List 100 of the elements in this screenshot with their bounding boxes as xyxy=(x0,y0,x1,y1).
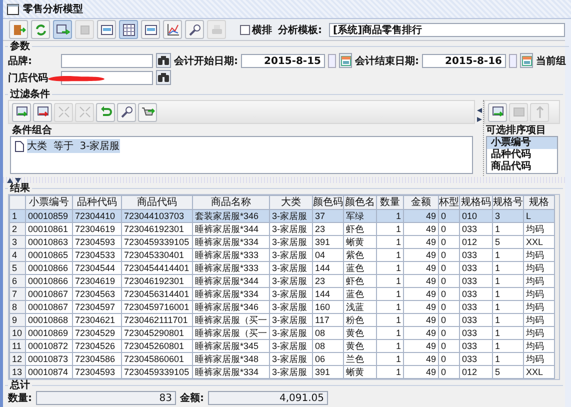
run-button[interactable] xyxy=(53,20,72,39)
table-cell: 7230459339105 xyxy=(122,366,192,378)
panel-button[interactable] xyxy=(141,20,160,39)
table-cell: 军绿 xyxy=(344,210,376,222)
layout-checkbox[interactable]: 横排 xyxy=(237,22,275,36)
column-header[interactable]: 商品代码 xyxy=(122,196,192,210)
row-number: 6 xyxy=(10,274,26,288)
table-cell: 033 xyxy=(460,352,492,366)
table-cell: 72304533 xyxy=(72,248,122,262)
table-cell: 49 xyxy=(404,222,438,236)
start-date-label: 会计开始日期: xyxy=(174,54,238,68)
row-number: 2 xyxy=(10,222,26,236)
brand-field[interactable] xyxy=(61,54,153,68)
table-cell: 033 xyxy=(460,222,492,236)
table-cell: 49 xyxy=(404,262,438,274)
table-cell: 3-家居服 xyxy=(270,352,312,366)
column-header[interactable]: 颜色名 xyxy=(344,196,376,210)
store-code-label: 门店代码 xyxy=(8,71,49,84)
table-cell: 012 xyxy=(460,366,492,378)
column-header[interactable]: 颜色码 xyxy=(312,196,344,210)
calendar-button[interactable] xyxy=(339,53,352,68)
grid-button[interactable] xyxy=(119,20,138,39)
row-number: 10 xyxy=(10,326,26,340)
remove-button[interactable] xyxy=(33,102,52,122)
panel-button[interactable] xyxy=(97,20,116,39)
document-icon xyxy=(15,140,24,152)
row-number: 7 xyxy=(10,288,26,300)
table-cell: 72304593 xyxy=(72,236,122,248)
quantity-label: 数量: xyxy=(8,392,32,405)
table-cell: 033 xyxy=(460,288,492,300)
sort-item[interactable]: 商品代码 xyxy=(487,161,557,173)
start-date-field[interactable]: 2015-8-15 xyxy=(241,54,325,68)
add-button[interactable] xyxy=(12,102,31,122)
column-header[interactable]: 金额 xyxy=(404,196,438,210)
table-cell: 7230459716001 xyxy=(122,300,192,314)
table-cell: 黄色 xyxy=(344,340,376,352)
sort-item[interactable]: 品种代码 xyxy=(487,149,557,161)
table-cell: 033 xyxy=(460,274,492,288)
column-header[interactable]: 数量 xyxy=(376,196,404,210)
column-header[interactable]: 规格 xyxy=(524,196,554,210)
table-cell: 72304593 xyxy=(72,366,122,378)
splitter-arrows-icon xyxy=(476,108,482,122)
find-button[interactable] xyxy=(185,20,204,39)
column-header[interactable]: 大类 xyxy=(270,196,312,210)
column-header[interactable]: 规格号 xyxy=(492,196,524,210)
table-cell: 49 xyxy=(404,366,438,378)
chart-button[interactable] xyxy=(163,20,182,39)
group-title: 总计 xyxy=(8,380,31,391)
amount-field: 4,091.05 xyxy=(208,391,328,405)
column-header[interactable]: 品种代码 xyxy=(72,196,122,210)
undo-button[interactable] xyxy=(96,102,115,122)
quantity-field: 83 xyxy=(36,391,176,405)
table-cell: 72304586 xyxy=(72,352,122,366)
arrow-right-icon xyxy=(56,22,70,36)
printer-icon xyxy=(210,22,224,36)
calendar-button[interactable] xyxy=(520,53,533,68)
window-icon xyxy=(7,4,19,14)
table-cell: 3-家居服 xyxy=(270,366,312,378)
row-number: 11 xyxy=(10,340,26,352)
table-cell: 49 xyxy=(404,326,438,340)
table-cell: 723046192301 xyxy=(122,222,192,236)
table-cell: 72304619 xyxy=(72,274,122,288)
group-title: 结果 xyxy=(8,183,31,194)
table-cell: 00010865 xyxy=(26,248,72,262)
table-cell: 49 xyxy=(404,274,438,288)
table-cell: 7230454414401 xyxy=(122,262,192,274)
table-cell: 3-家居服 xyxy=(270,326,312,340)
apply-button[interactable] xyxy=(138,102,157,122)
table-cell: 49 xyxy=(404,236,438,248)
table-cell: 033 xyxy=(460,300,492,314)
table-cell: 72304619 xyxy=(72,222,122,236)
column-header[interactable]: 杯型 xyxy=(438,196,460,210)
table-cell: 49 xyxy=(404,340,438,352)
end-date-field[interactable]: 2015-8-16 xyxy=(422,54,506,68)
undo-icon xyxy=(98,105,112,119)
condition-item[interactable]: 大类 等于 3-家居服 xyxy=(27,139,120,153)
template-field[interactable]: [系统]商品零售排行 xyxy=(329,22,565,36)
lookup-button[interactable] xyxy=(156,70,171,85)
exit-button[interactable] xyxy=(9,20,28,39)
table-cell: 睡裤家居服*333 xyxy=(192,248,270,262)
refresh-button[interactable] xyxy=(31,20,50,39)
row-number: 3 xyxy=(10,236,26,248)
table-cell: 49 xyxy=(404,300,438,314)
column-header[interactable]: 商品名称 xyxy=(192,196,270,210)
table-cell: 3-家居服 xyxy=(270,222,312,236)
table-cell: 723045330401 xyxy=(122,248,192,262)
table-cell: 睡裤家居服*333 xyxy=(192,262,270,274)
find-button[interactable] xyxy=(117,102,136,122)
redaction-overlay xyxy=(46,74,106,83)
lookup-button[interactable] xyxy=(156,53,171,68)
column-header[interactable]: 规格码 xyxy=(460,196,492,210)
add-button[interactable] xyxy=(488,102,507,122)
table-cell: 7230462111701 xyxy=(122,314,192,326)
column-header[interactable]: 小票编号 xyxy=(26,196,72,210)
table-cell: 7230456314401 xyxy=(122,288,192,300)
table-cell: 蓝色 xyxy=(344,262,376,274)
window-icon xyxy=(144,22,158,36)
binoculars-icon xyxy=(158,56,169,65)
table-cell: 兰色 xyxy=(344,352,376,366)
table-cell: 72304621 xyxy=(72,314,122,326)
